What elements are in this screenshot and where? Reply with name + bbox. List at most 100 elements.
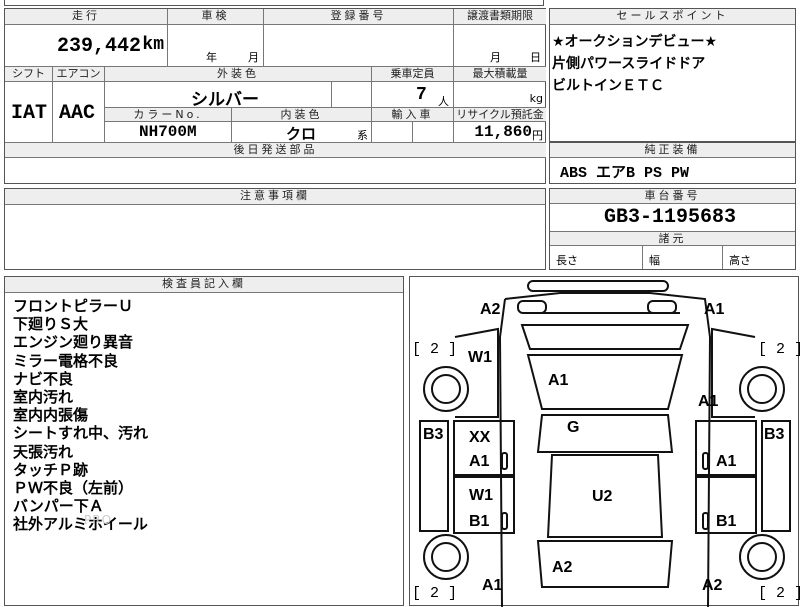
imported-cell-a xyxy=(372,122,413,143)
damage-door-rl: B1 xyxy=(469,513,490,530)
notes-header: 注意事項欄 xyxy=(5,189,545,205)
inspector-note: ミラー電格不良 xyxy=(13,351,119,370)
dim-width-cell: 幅 xyxy=(643,246,723,269)
damage-front-left: A2 xyxy=(480,301,501,318)
standard-equipment-header: 純正装備 xyxy=(550,143,795,158)
damage-rear-roof: U2 xyxy=(592,488,613,505)
mileage-unit: km xyxy=(142,35,164,55)
inspection-year-label: 年 xyxy=(206,51,217,64)
max-load-cell: kg xyxy=(454,82,546,108)
headlight-right xyxy=(647,300,677,314)
interior-color-value: クロ xyxy=(286,125,317,143)
recycle-fee-cell: 11,860 円 xyxy=(454,122,546,143)
body-right-line xyxy=(504,292,712,607)
inspection-month-label: 月 xyxy=(248,51,259,64)
sales-points-box: セールスポイント ★オークションデビュー★ 片側パワースライドドア ビルトインＥ… xyxy=(549,8,796,142)
damage-sill-left: B3 xyxy=(423,426,444,443)
wheel-rear-left xyxy=(423,534,469,580)
registration-header: 登録番号 xyxy=(264,9,454,25)
dim-height-cell: 高さ xyxy=(723,246,795,269)
dim-width-label: 幅 xyxy=(649,254,660,267)
transfer-deadline-header: 譲渡書類期限 xyxy=(454,9,546,25)
inspector-note: ＰＷ不良（左前） xyxy=(13,479,134,498)
transfer-day-label: 日 xyxy=(530,51,541,64)
inspector-note: バンパー下Ａ xyxy=(13,497,104,516)
later-parts-cell xyxy=(5,158,546,184)
tire-front-right: [ 2 ] xyxy=(758,341,800,358)
damage-sill-right: B3 xyxy=(764,426,785,443)
inspector-note: タッチＰ跡 xyxy=(13,460,89,479)
max-load-unit: kg xyxy=(529,92,543,105)
shift-header: シフト xyxy=(5,67,53,82)
tire-rear-right: [ 2 ] xyxy=(758,585,800,602)
hood xyxy=(520,324,690,350)
recycle-fee-value: 11,860 xyxy=(474,123,532,141)
dim-length-cell: 長さ xyxy=(550,246,643,269)
standard-equipment-box: 純正装備 ABS エアB PS PW xyxy=(549,142,796,184)
mileage-header: 走行 xyxy=(5,9,168,25)
imported-header: 輸入車 xyxy=(372,108,454,122)
inspector-note: フロントピラーＵ xyxy=(13,297,134,315)
shift-cell: IAT xyxy=(5,82,53,143)
capacity-unit: 人 xyxy=(438,95,449,108)
wheel-front-right xyxy=(739,366,785,412)
later-parts-header: 後日発送部品 xyxy=(5,143,546,158)
capacity-cell: 7 人 xyxy=(372,82,454,108)
mileage-cell: 239,442 km xyxy=(5,25,168,67)
spec-table: 走行 車検 登録番号 譲渡書類期限 239,442 km 年 月 月 日 シフト… xyxy=(4,8,546,184)
mileage-value: 239,442 xyxy=(56,35,141,58)
notes-box: 注意事項欄 xyxy=(4,188,546,270)
capacity-value: 7 xyxy=(416,85,427,105)
damage-windshield: A1 xyxy=(548,372,569,389)
sales-point-line: ★オークションデビュー★ xyxy=(552,34,718,50)
damage-fender-right: A1 xyxy=(698,393,719,410)
sales-point-line: 片側パワースライドドア xyxy=(552,56,706,72)
inspector-note: エンジン廻り異音 xyxy=(13,333,134,352)
interior-color-header: 内装色 xyxy=(232,108,372,122)
color-no-cell: NH700M xyxy=(105,122,232,143)
sales-point-line: ビルトインＥＴＣ xyxy=(552,78,664,94)
inspector-notes-box: 検査員記入欄 フロントピラーＵ 下廻りＳ大 エンジン廻り異音 ミラー電格不良 ナ… xyxy=(4,276,404,606)
standard-equipment-value: ABS エアB PS PW xyxy=(560,165,690,182)
wheel-rear-right xyxy=(739,534,785,580)
aircon-value: AAC xyxy=(59,102,96,125)
damage-roof: G xyxy=(567,419,580,436)
registration-cell xyxy=(264,25,454,67)
transfer-month-label: 月 xyxy=(490,51,501,64)
dimensions-header: 諸元 xyxy=(550,231,795,246)
color-no-value: NH700M xyxy=(139,123,197,141)
inspector-note: 室内内張傷 xyxy=(13,406,89,425)
exterior-color-extra-cell xyxy=(332,82,372,108)
capacity-header: 乗車定員 xyxy=(372,67,454,82)
exterior-color-cell: シルバー xyxy=(105,82,332,108)
color-no-header: カラーNo. xyxy=(105,108,232,122)
exterior-color-value: シルバー xyxy=(191,90,259,108)
tire-rear-left: [ 2 ] xyxy=(412,585,458,602)
wheel-front-left xyxy=(423,366,469,412)
damage-door-fl: A1 xyxy=(469,453,490,470)
inspector-note: 室内汚れ xyxy=(13,388,74,407)
headlight-left xyxy=(517,300,547,314)
inspector-note: 社外アルミホイール xyxy=(13,515,148,534)
aircon-header: エアコン xyxy=(53,67,105,82)
inspector-note: 下廻りＳ大 xyxy=(13,315,89,334)
damage-rear-glass: A2 xyxy=(552,559,573,576)
aircon-cell: AAC xyxy=(53,82,105,143)
damage-front-right: A1 xyxy=(704,301,725,318)
damage-rear-right-corner: A2 xyxy=(702,577,723,594)
inspection-header: 車検 xyxy=(168,9,264,25)
interior-color-cell: クロ 系 xyxy=(232,122,372,143)
exterior-color-header: 外装色 xyxy=(105,67,372,82)
imported-cell-b xyxy=(413,122,454,143)
tire-front-left: [ 2 ] xyxy=(412,341,458,358)
inspector-note: 天張汚れ xyxy=(13,442,74,461)
sales-points-header: セールスポイント xyxy=(550,9,795,25)
inspector-notes-header: 検査員記入欄 xyxy=(5,277,403,293)
inspector-notes-list: フロントピラーＵ 下廻りＳ大 エンジン廻り異音 ミラー電格不良 ナビ不良 室内汚… xyxy=(13,297,148,534)
dim-height-label: 高さ xyxy=(729,254,751,267)
damage-fender-left: W1 xyxy=(468,349,492,366)
damage-door-fl-top: XX xyxy=(469,429,491,446)
damage-map-box: A2 A1 [ 2 ] [ 2 ] W1 A1 A1 B3 XX G B3 A1… xyxy=(409,276,800,607)
chassis-number-value: GB3-1195683 xyxy=(604,206,737,229)
inspection-cell: 年 月 xyxy=(168,25,264,67)
